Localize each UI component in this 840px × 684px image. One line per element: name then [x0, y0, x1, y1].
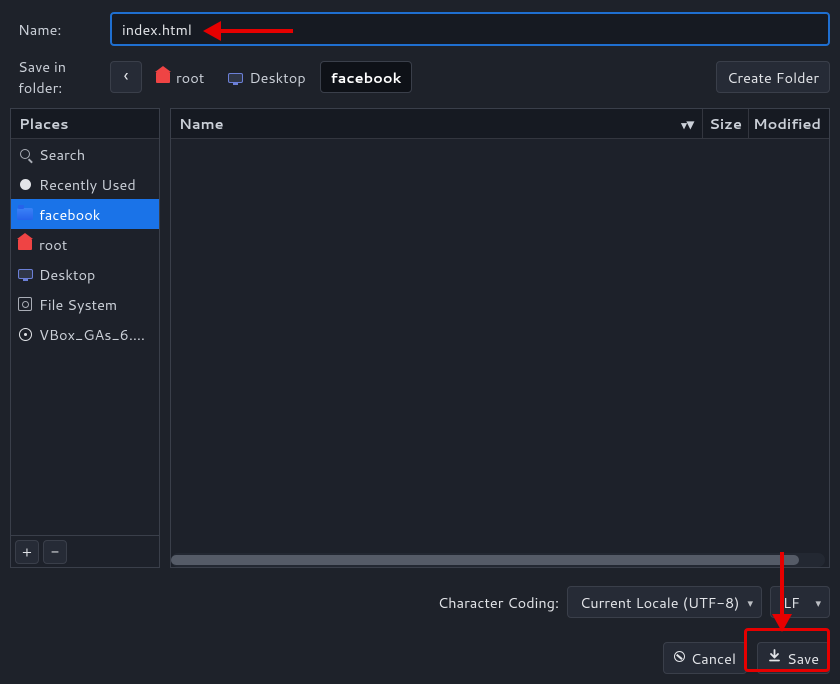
places-item-vbox[interactable]: VBox_GAs_6.1.2 [11, 319, 159, 349]
column-header-modified[interactable]: Modified [749, 109, 829, 138]
places-item-label: Desktop [39, 264, 153, 285]
character-coding-label: Character Coding: [438, 592, 559, 613]
minus-icon: − [51, 541, 59, 562]
search-icon [17, 146, 33, 162]
save-in-folder-label: Save in folder: [10, 56, 110, 98]
breadcrumb-facebook-label: facebook [331, 67, 402, 88]
desktop-icon [228, 67, 243, 88]
chevron-left-icon [124, 67, 129, 88]
breadcrumb: root Desktop facebook [110, 61, 412, 93]
places-header[interactable]: Places [11, 109, 159, 138]
save-button[interactable]: Save [757, 642, 830, 674]
disk-icon [17, 296, 33, 312]
breadcrumb-desktop-label: Desktop [249, 67, 305, 88]
places-item-label: facebook [39, 204, 153, 225]
lineending-select[interactable]: LF [770, 586, 830, 618]
column-header-size[interactable]: Size [703, 109, 749, 138]
places-item-label: Search [39, 144, 153, 165]
places-item-root[interactable]: root [11, 229, 159, 259]
optical-disc-icon [17, 326, 33, 342]
places-item-label: root [39, 234, 153, 255]
plus-icon: + [22, 541, 32, 562]
chevron-down-icon [747, 594, 753, 611]
breadcrumb-facebook[interactable]: facebook [320, 61, 413, 93]
places-item-label: Recently Used [39, 174, 153, 195]
recent-icon [17, 176, 33, 192]
download-icon [768, 649, 781, 667]
save-label: Save [787, 648, 819, 669]
chevron-down-icon [815, 594, 821, 611]
home-icon [17, 236, 33, 252]
breadcrumb-root-label: root [176, 67, 204, 88]
cancel-button[interactable]: Cancel [663, 642, 747, 674]
cancel-label: Cancel [691, 648, 736, 669]
bookmark-remove-button[interactable]: − [43, 540, 67, 564]
folder-icon [17, 206, 33, 222]
places-item-search[interactable]: Search [11, 139, 159, 169]
desktop-icon [17, 266, 33, 282]
file-list[interactable] [171, 139, 829, 567]
create-folder-label: Create Folder [727, 67, 819, 88]
lineending-selected-value: LF [783, 592, 800, 613]
charset-selected-value: Current Locale (UTF-8) [580, 592, 739, 613]
places-item-recent[interactable]: Recently Used [11, 169, 159, 199]
cancel-icon [674, 649, 685, 667]
places-list: Search Recently Used facebook root Deskt… [11, 139, 159, 535]
name-label: Name: [10, 19, 110, 40]
places-item-desktop[interactable]: Desktop [11, 259, 159, 289]
places-item-label: File System [39, 294, 153, 315]
bookmark-add-button[interactable]: + [15, 540, 39, 564]
filename-input[interactable] [110, 12, 830, 46]
home-icon [156, 67, 170, 88]
sort-indicator-icon: ▾ [681, 113, 694, 134]
breadcrumb-root[interactable]: root [146, 61, 214, 93]
charset-select[interactable]: Current Locale (UTF-8) [567, 586, 762, 618]
pane-splitter[interactable] [164, 108, 166, 568]
create-folder-button[interactable]: Create Folder [716, 61, 830, 93]
horizontal-scrollbar[interactable] [171, 553, 825, 567]
breadcrumb-back-button[interactable] [110, 61, 142, 93]
places-item-filesystem[interactable]: File System [11, 289, 159, 319]
column-header-name[interactable]: Name ▾ [171, 109, 703, 138]
column-header-name-label: Name [179, 113, 224, 134]
places-item-label: VBox_GAs_6.1.2 [39, 324, 153, 345]
places-item-facebook[interactable]: facebook [11, 199, 159, 229]
breadcrumb-desktop[interactable]: Desktop [218, 61, 315, 93]
